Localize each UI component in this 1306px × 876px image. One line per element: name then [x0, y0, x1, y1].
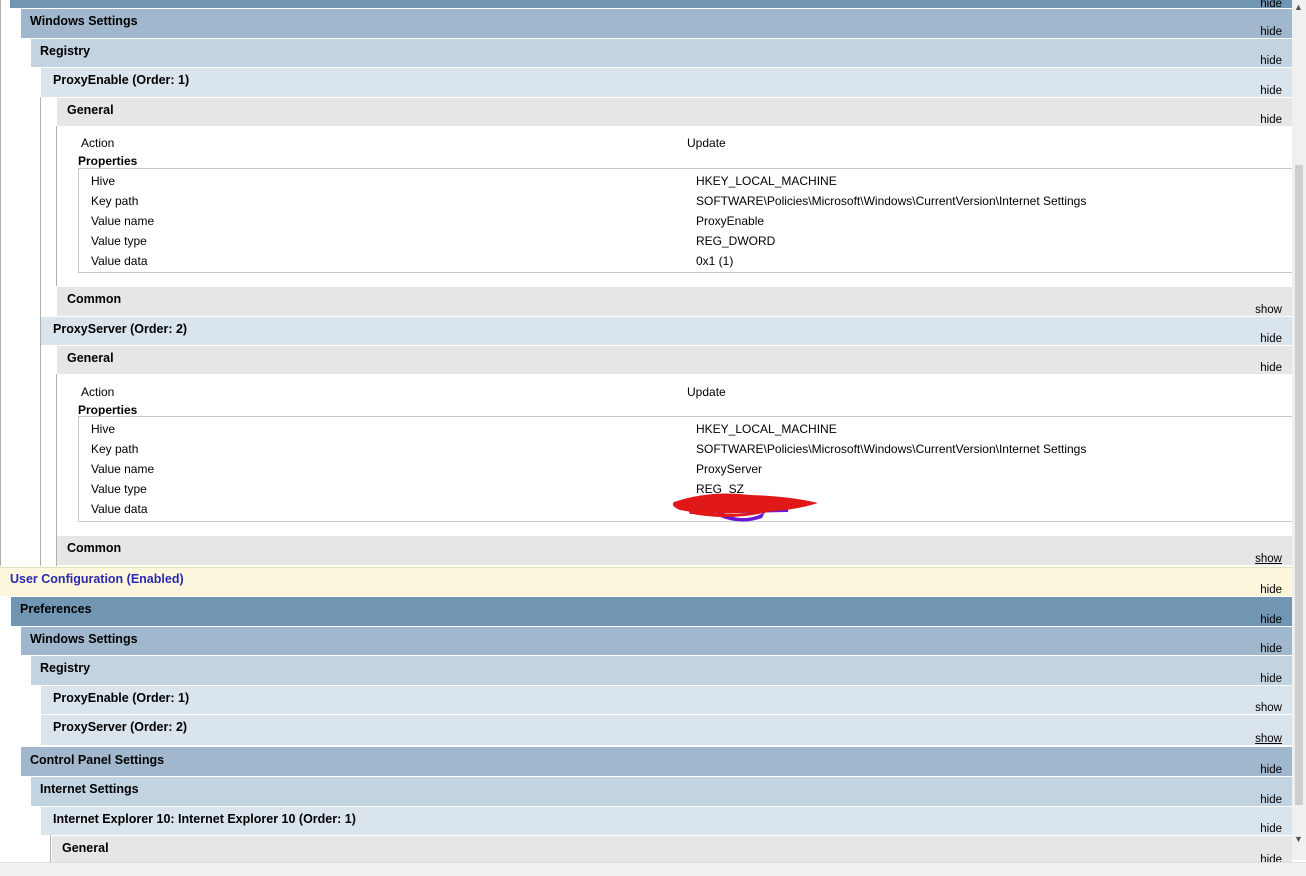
toggle-link[interactable]: hide [1260, 823, 1282, 835]
vertical-scrollbar[interactable]: ▲ ▼ [1292, 0, 1306, 860]
prop-label-key-path: Key path [91, 194, 139, 208]
chevron-down-icon[interactable]: ▼ [1294, 834, 1303, 844]
bottom-status-strip [0, 862, 1306, 876]
properties-heading: Properties [78, 154, 138, 168]
section-internet-settings: Internet Settings hide [31, 777, 1292, 806]
toggle-link[interactable]: show [1255, 733, 1282, 745]
prop-label-value-data: Value data [91, 502, 148, 516]
action-value: Update [687, 385, 726, 399]
section-title: Preferences [20, 602, 92, 616]
prop-value-value-type: REG_DWORD [696, 234, 776, 248]
prop-value-value-name: ProxyServer [696, 462, 763, 476]
action-label: Action [81, 136, 115, 150]
prop-label-key-path: Key path [91, 442, 139, 456]
toggle-link[interactable]: hide [1260, 362, 1282, 374]
toggle-link[interactable]: hide [1260, 584, 1282, 596]
toggle-link[interactable]: hide [1260, 854, 1282, 862]
section-title: Common [67, 541, 122, 555]
toggle-link[interactable]: show [1255, 702, 1282, 714]
prop-label-hive: Hive [91, 174, 116, 188]
section-title: ProxyServer (Order: 2) [53, 322, 188, 336]
toggle-link[interactable]: hide [1260, 764, 1282, 776]
section-title: Registry [40, 44, 91, 58]
section-title: Registry [40, 661, 91, 675]
properties-table: Hive HKEY_LOCAL_MACHINE Key path SOFTWAR… [78, 168, 1293, 273]
toggle-link[interactable]: hide [1260, 794, 1282, 806]
section-title: ProxyEnable (Order: 1) [53, 691, 190, 705]
prop-value-value-name: ProxyEnable [696, 214, 765, 228]
toggle-link[interactable]: hide [1260, 673, 1282, 685]
section-general: General hide [57, 98, 1292, 126]
tree-indent-line [0, 0, 1, 566]
section-common: Common show [57, 536, 1292, 565]
section-title: General [67, 351, 114, 365]
action-label: Action [81, 385, 115, 399]
tree-indent-line [50, 835, 51, 862]
gpo-report-viewport: hide Windows Settings hide Registry hide… [0, 0, 1306, 876]
section-title: Common [67, 292, 122, 306]
section-title: ProxyServer (Order: 2) [53, 720, 188, 734]
tree-indent-line [40, 345, 41, 566]
toggle-link[interactable]: hide [1260, 333, 1282, 345]
toggle-link[interactable]: hide [1260, 114, 1282, 126]
toggle-link[interactable]: hide [1260, 85, 1282, 97]
section-control-panel-settings: Control Panel Settings hide [21, 747, 1292, 776]
section-title: ProxyEnable (Order: 1) [53, 73, 190, 87]
toggle-link[interactable]: show [1255, 304, 1282, 316]
section-title: Internet Settings [40, 782, 139, 796]
action-value: Update [687, 136, 726, 150]
toggle-link[interactable]: hide [1260, 643, 1282, 655]
computer-preferences-header: hide [10, 0, 1292, 10]
section-general: General hide [57, 346, 1292, 374]
section-registry: Registry hide [31, 39, 1292, 67]
prop-label-value-data: Value data [91, 254, 148, 268]
prop-value-value-data: 0x1 (1) [696, 254, 734, 268]
section-windows-settings: Windows Settings hide [21, 9, 1292, 38]
chevron-up-icon[interactable]: ▲ [1294, 2, 1303, 12]
section-title: Windows Settings [30, 14, 138, 28]
section-title: Internet Explorer 10: Internet Explorer … [53, 812, 356, 826]
section-title: General [67, 103, 114, 117]
prop-label-value-name: Value name [91, 462, 155, 476]
properties-heading: Properties [78, 403, 138, 417]
prop-value-key-path: SOFTWARE\Policies\Microsoft\Windows\Curr… [696, 194, 1087, 208]
section-title: Windows Settings [30, 632, 138, 646]
tree-indent-line [56, 126, 57, 286]
section-title: General [62, 841, 109, 855]
prop-label-value-name: Value name [91, 214, 155, 228]
prop-label-value-type: Value type [91, 482, 147, 496]
section-proxyenable: ProxyEnable (Order: 1) hide [41, 68, 1292, 97]
prop-value-hive: HKEY_LOCAL_MACHINE [696, 174, 837, 188]
toggle-link[interactable]: hide [1260, 55, 1282, 67]
toggle-link[interactable]: hide [1260, 26, 1282, 38]
prop-value-key-path: SOFTWARE\Policies\Microsoft\Windows\Curr… [696, 442, 1087, 456]
prop-value-hive: HKEY_LOCAL_MACHINE [696, 422, 837, 436]
section-registry: Registry hide [31, 656, 1292, 685]
section-proxyenable: ProxyEnable (Order: 1) show [41, 686, 1292, 714]
prop-label-hive: Hive [91, 422, 116, 436]
section-windows-settings: Windows Settings hide [21, 627, 1292, 655]
section-internet-explorer-10: Internet Explorer 10: Internet Explorer … [41, 807, 1292, 835]
redaction-scribble [672, 493, 818, 522]
prop-label-value-type: Value type [91, 234, 147, 248]
section-preferences: Preferences hide [11, 597, 1292, 626]
toggle-link[interactable]: hide [1260, 614, 1282, 626]
section-user-configuration: User Configuration (Enabled) hide [0, 567, 1292, 596]
scrollbar-thumb[interactable] [1295, 165, 1303, 805]
section-title: Control Panel Settings [30, 753, 165, 767]
section-proxyserver: ProxyServer (Order: 2) show [41, 715, 1292, 745]
section-title: User Configuration (Enabled) [10, 572, 184, 586]
toggle-link[interactable]: show [1255, 553, 1282, 565]
section-common: Common show [57, 287, 1292, 316]
section-general: General hide [52, 836, 1292, 862]
section-proxyserver: ProxyServer (Order: 2) hide [41, 317, 1292, 345]
tree-indent-line [40, 97, 41, 345]
